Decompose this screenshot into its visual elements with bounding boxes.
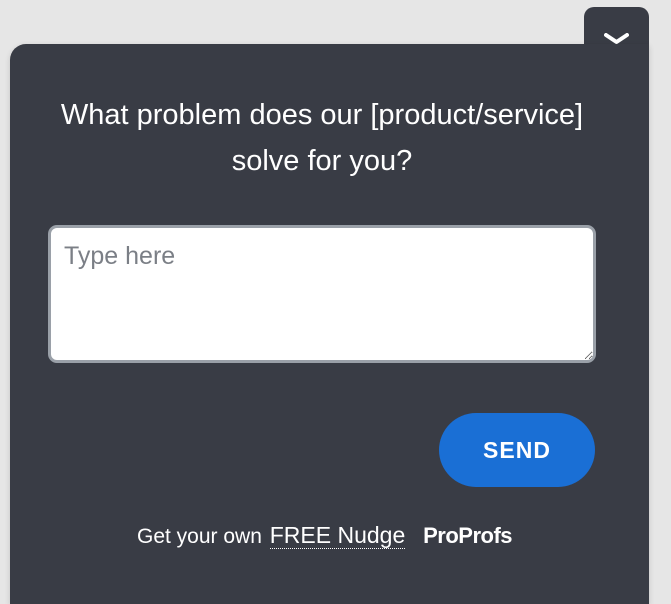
nudge-survey-panel: What problem does our [product/service] …	[10, 44, 649, 604]
free-nudge-link[interactable]: FREE Nudge	[269, 522, 406, 549]
proprofs-logo[interactable]: ProProfs	[423, 523, 512, 548]
footer-branding: Get your own FREE Nudge ProProfs	[137, 522, 513, 549]
footer-prefix: Get your own	[137, 525, 262, 548]
send-button[interactable]: SEND	[439, 413, 595, 487]
survey-question: What problem does our [product/service] …	[60, 99, 584, 177]
answer-textarea[interactable]	[48, 225, 596, 363]
